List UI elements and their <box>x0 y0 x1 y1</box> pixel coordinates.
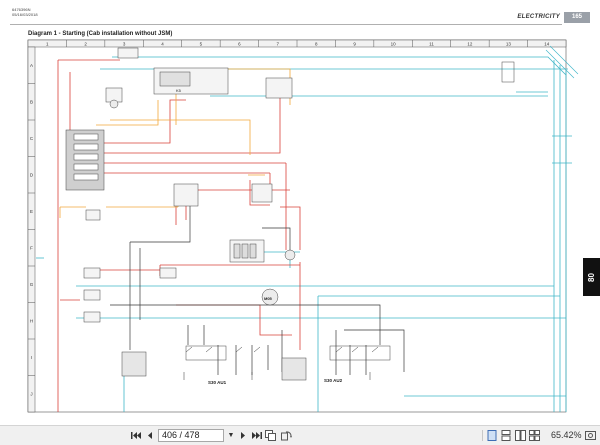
row-label: H <box>30 318 33 323</box>
two-page-icon <box>514 430 526 441</box>
components <box>65 47 515 381</box>
two-page-continuous-icon <box>528 430 540 441</box>
row-label: J <box>30 391 32 396</box>
column-label: 12 <box>467 42 473 47</box>
row-label: I <box>31 355 32 360</box>
page-number-input[interactable]: 406 / 478 <box>158 429 224 442</box>
row-label: B <box>30 99 33 104</box>
red-wires <box>57 59 301 412</box>
row-label: G <box>30 282 34 287</box>
single-page-icon <box>487 430 497 441</box>
toolbar-separator <box>482 430 483 441</box>
document-page: 6476396N 05/16/03/2018 ELECTRICITY 165 D… <box>0 0 600 425</box>
column-ruler: 1 2 3 4 5 6 7 8 9 10 11 12 13 14 <box>27 39 567 48</box>
rotate-button[interactable] <box>280 429 292 442</box>
row-label: E <box>30 209 33 214</box>
chapter-tab: 80 <box>583 258 600 296</box>
continuous-pages-icon <box>501 430 511 441</box>
row-label: A <box>30 63 33 68</box>
black-wires <box>110 200 405 375</box>
column-label: 10 <box>391 42 397 47</box>
s30-au1-label: S30 AU1 <box>208 380 227 385</box>
pdf-toolbar: 406 / 478 ▼ 65.42% <box>0 425 600 445</box>
continuous-view-button[interactable] <box>500 429 512 442</box>
s30-au2-label: S30 AU2 <box>324 378 343 383</box>
two-page-continuous-button[interactable] <box>528 429 540 442</box>
row-ruler: ABCDEFGHIJ <box>27 46 36 413</box>
copy-pages-icon <box>264 430 276 441</box>
zoom-level[interactable]: 65.42% <box>551 429 582 442</box>
column-label: 13 <box>506 42 512 47</box>
m05-label: M05 <box>264 296 273 301</box>
zoom-fit-icon <box>584 431 596 440</box>
column-label: 14 <box>544 42 550 47</box>
two-page-view-button[interactable] <box>514 429 526 442</box>
first-page-icon <box>130 432 141 439</box>
prev-page-icon <box>147 432 152 439</box>
k5-label: K5 <box>176 88 182 93</box>
next-page-icon <box>240 432 245 439</box>
row-label: F <box>30 245 33 250</box>
copy-page-button[interactable] <box>264 429 276 442</box>
column-label: 11 <box>429 42 434 47</box>
zoom-settings-button[interactable] <box>584 429 596 442</box>
first-page-button[interactable] <box>130 429 142 442</box>
switch-symbols <box>183 346 379 380</box>
next-page-button[interactable] <box>238 429 248 442</box>
last-page-button[interactable] <box>250 429 262 442</box>
wiring-diagram: 1 2 3 4 5 6 7 8 9 10 11 12 13 14 ABCDEFGHIJ <box>27 39 579 413</box>
top-right-connectors <box>545 45 579 79</box>
prev-page-button[interactable] <box>144 429 154 442</box>
last-page-icon <box>251 432 262 439</box>
rotate-icon <box>280 431 292 441</box>
page-dropdown-button[interactable]: ▼ <box>226 429 236 442</box>
single-page-view-button[interactable] <box>486 429 498 442</box>
